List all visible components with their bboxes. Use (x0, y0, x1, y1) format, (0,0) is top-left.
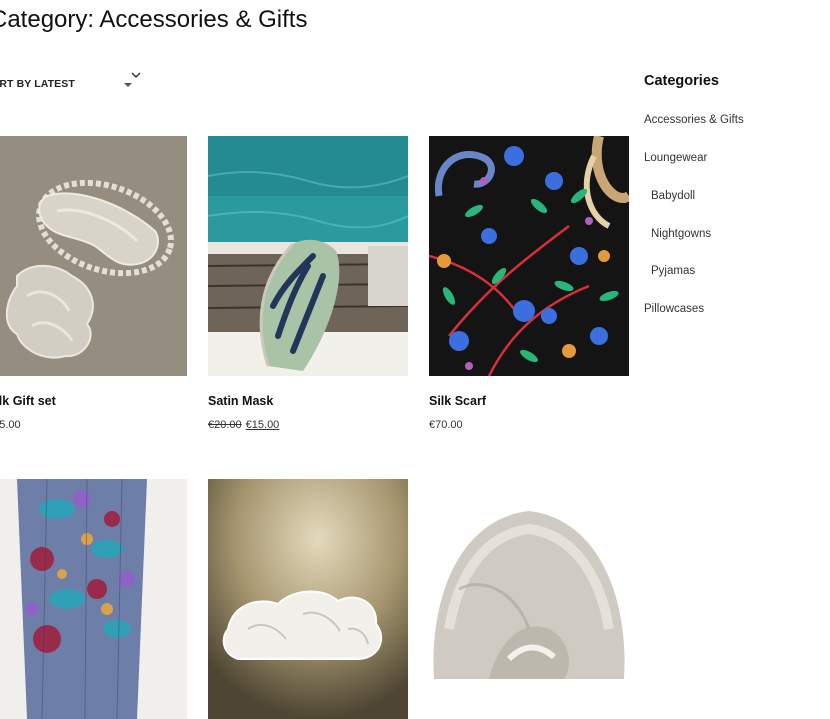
category-pyjamas[interactable]: Pyjamas (644, 265, 695, 277)
product-image[interactable] (429, 479, 629, 719)
category-babydoll[interactable]: Babydoll (644, 190, 695, 202)
sort-caret-icon[interactable] (124, 83, 132, 87)
product-image[interactable] (0, 136, 187, 376)
product-card[interactable]: Silk Gift set €75.00 (0, 136, 187, 431)
product-price: €70.00 (429, 419, 463, 431)
product-price: €20.00 €15.00 (208, 419, 279, 431)
category-accessories-gifts[interactable]: Accessories & Gifts (644, 114, 744, 126)
product-card[interactable] (0, 479, 187, 719)
product-name[interactable]: Satin Mask (208, 394, 273, 408)
sort-select[interactable]: SORT BY LATEST (0, 78, 75, 90)
page-title: Category: Accessories & Gifts (0, 6, 308, 33)
category-nightgowns[interactable]: Nightgowns (644, 228, 711, 240)
product-image[interactable] (429, 136, 629, 376)
category-loungewear[interactable]: Loungewear (644, 152, 707, 164)
sidebar-title: Categories (644, 73, 719, 89)
product-price: €75.00 (0, 419, 21, 431)
product-image[interactable] (0, 479, 187, 719)
product-card[interactable] (429, 479, 629, 719)
product-card[interactable]: Silk Scarf €70.00 (429, 136, 629, 431)
sale-price: €15.00 (245, 419, 280, 431)
product-image[interactable] (208, 136, 408, 376)
old-price: €20.00 (208, 419, 242, 431)
categories-sidebar: Categories (644, 73, 830, 89)
product-image[interactable] (208, 479, 408, 719)
category-pillowcases[interactable]: Pillowcases (644, 303, 704, 315)
chevron-down-icon[interactable] (130, 70, 142, 80)
product-card[interactable]: Satin Mask €20.00 €15.00 (208, 136, 408, 431)
product-name[interactable]: Silk Scarf (429, 394, 486, 408)
product-name[interactable]: Silk Gift set (0, 394, 56, 408)
product-card[interactable] (208, 479, 408, 719)
